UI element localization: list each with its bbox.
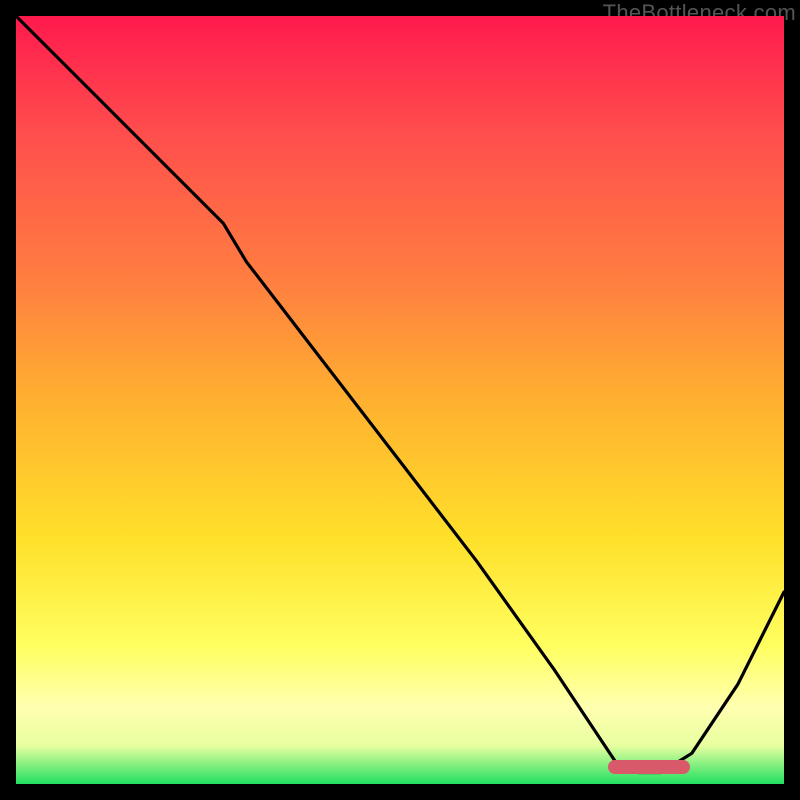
plot-area xyxy=(16,16,784,784)
bottleneck-curve xyxy=(16,16,784,784)
chart-frame: TheBottleneck.com xyxy=(0,0,800,800)
optimum-range-marker xyxy=(608,760,690,774)
